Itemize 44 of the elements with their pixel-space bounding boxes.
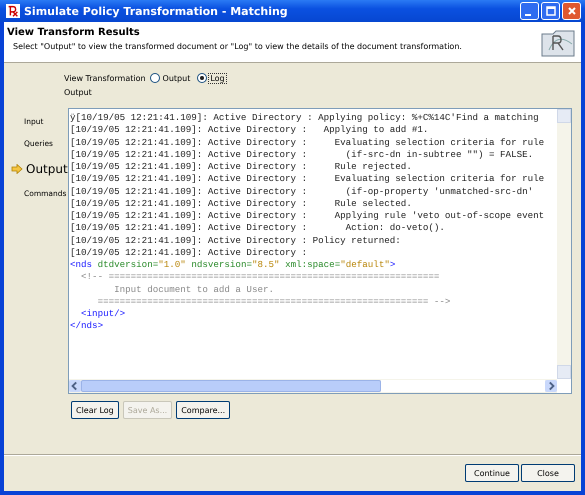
log-line: [10/19/05 12:21:41.109]: Active Directory : [70, 246, 308, 259]
log-line: Input document to add a User. [113, 284, 274, 296]
scroll-right-icon[interactable] [545, 380, 557, 392]
log-line: <!-- ============================================================ [80, 271, 440, 284]
log-button[interactable]: Compare... [176, 401, 230, 419]
log-line: <nds dtdversion="1.0" ndsversion="8.5" xml:space="default"> [70, 259, 396, 272]
dialog-button[interactable]: Continue [465, 464, 519, 482]
close-icon [566, 6, 576, 16]
view-transformation-label: View Transformation [64, 74, 146, 82]
scrollbar-thumb[interactable] [81, 380, 381, 392]
minimize-button[interactable] [520, 2, 539, 20]
dialog-button[interactable]: Close [521, 464, 575, 482]
radio-button[interactable] [150, 73, 160, 83]
maximize-button[interactable] [541, 2, 560, 20]
maximize-icon [546, 6, 556, 16]
log-line: [10/19/05 12:21:41.109]: Active Directory : Evaluating selection criteria for rule [70, 136, 544, 149]
close-button[interactable] [562, 2, 581, 20]
radio-label[interactable]: Output [162, 74, 192, 82]
log-line: [10/19/05 12:21:41.109]: Active Directory : (if-src-dn in-subtree "") = FALSE. [70, 148, 534, 161]
section-label: Output [63, 88, 93, 97]
arrow-icon [11, 164, 23, 174]
log-line: <input/> [80, 308, 126, 320]
page-title: View Transform Results [7, 27, 141, 38]
log-button[interactable]: Clear Log [71, 401, 119, 419]
log-line: [10/19/05 12:21:41.109]: Active Directory : Policy returned: [70, 234, 401, 247]
app-icon [6, 4, 20, 18]
radio-button[interactable] [197, 73, 208, 83]
log-line: [10/19/05 12:21:41.109]: Active Directory : Evaluating selection criteria for rule [70, 173, 544, 186]
log-line: ÿ[10/19/05 12:21:41.109]: Active Directory : Applying policy: %+C%14C'Find a matching [70, 112, 539, 124]
horizontal-scrollbar[interactable] [69, 379, 557, 393]
log-line: ============================================================ --> [96, 296, 450, 308]
window-title: Simulate Policy Transformation - Matching [24, 4, 289, 18]
log-line: [10/19/05 12:21:41.109]: Active Directory : Applying rule 'veto out-of-scope event [70, 210, 544, 222]
log-line: </nds> [70, 320, 104, 332]
log-line: [10/19/05 12:21:41.109]: Active Directory : Rule selected. [70, 198, 412, 210]
nav-item[interactable]: Output [26, 162, 66, 176]
scroll-left-icon[interactable] [69, 380, 81, 392]
log-line: [10/19/05 12:21:41.109]: Active Directory : Action: do-veto(). [70, 222, 445, 234]
minimize-icon [524, 14, 530, 16]
log-line: [10/19/05 12:21:41.109]: Active Directory : Applying to add #1. [70, 124, 428, 136]
log-line: [10/19/05 12:21:41.109]: Active Directory : (if-op-property 'unmatched-src-dn' [70, 186, 534, 198]
page-description: Select "Output" to view the transformed document or "Log" to view the details of the document transformation. [12, 42, 462, 51]
log-line: [10/19/05 12:21:41.109]: Active Directory : Rule rejected. [70, 161, 412, 174]
radio-label[interactable]: Log [209, 74, 226, 82]
